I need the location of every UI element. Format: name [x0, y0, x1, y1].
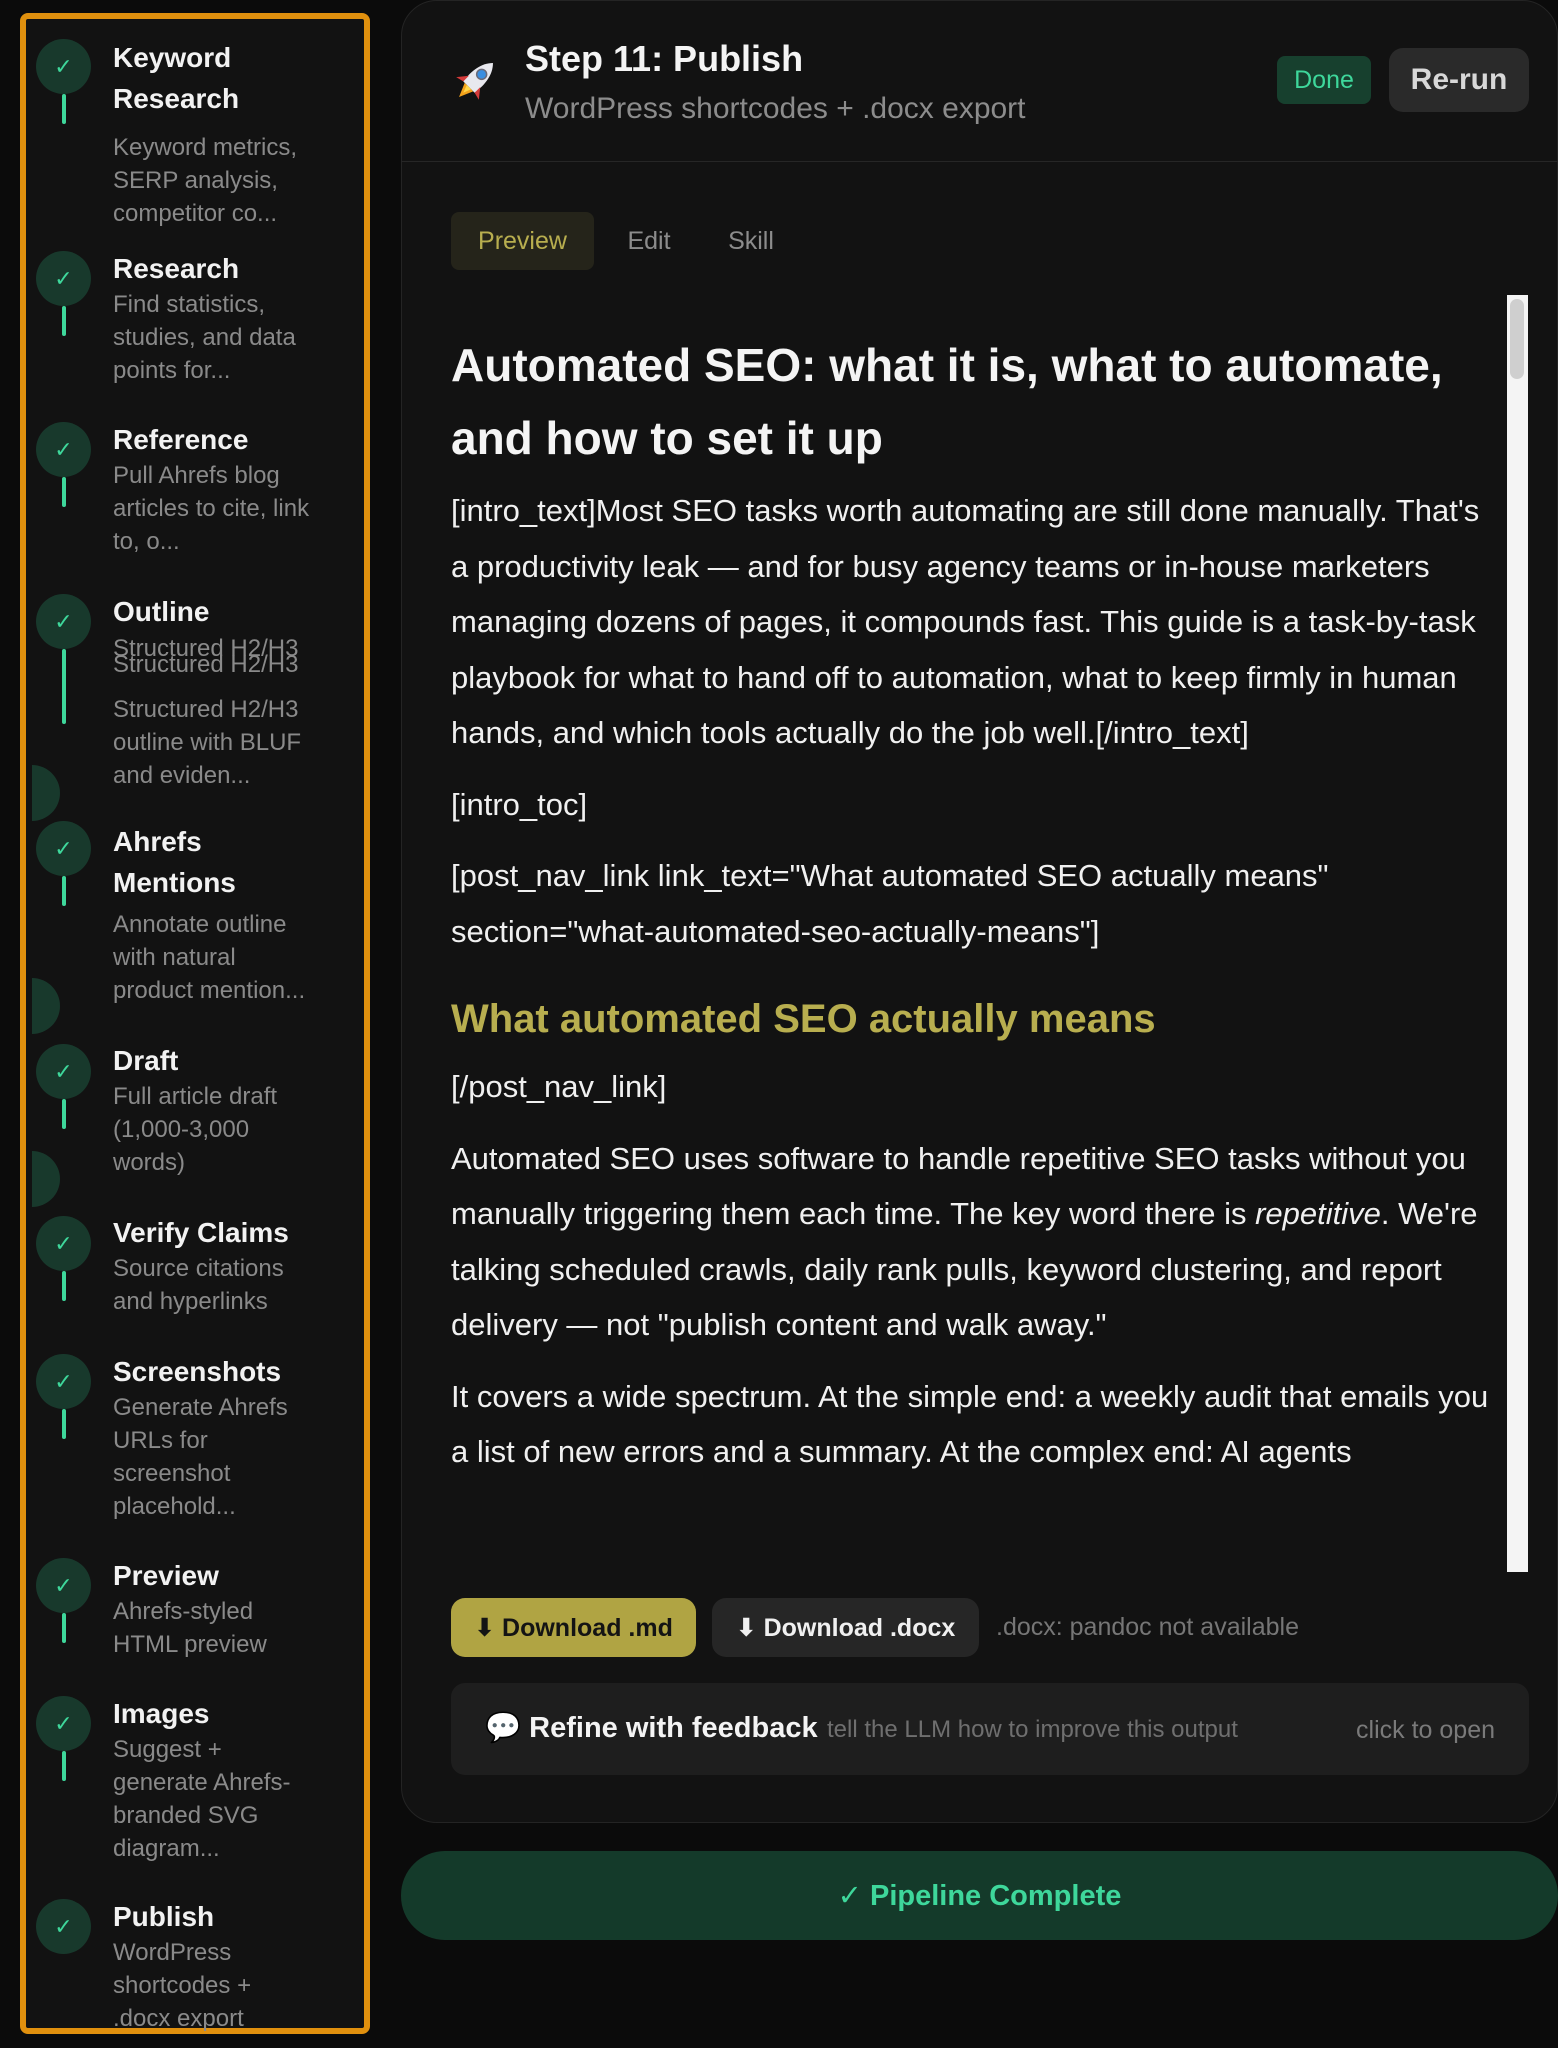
- body-paragraph: It covers a wide spectrum. At the simple…: [451, 1378, 1489, 1470]
- step-description: Structured H2/H3 Structured H2/H3: [113, 635, 299, 678]
- body-paragraph: Automated SEO uses software to handle re…: [451, 1140, 1478, 1343]
- step-description: Generate Ahrefs URLs for screenshot placeho…: [113, 1394, 288, 1520]
- status-badge: Done: [1277, 56, 1371, 104]
- step-research[interactable]: ✓ Research Find statistics, studies, and …: [26, 251, 364, 421]
- scrollbar-thumb[interactable]: [1510, 299, 1524, 379]
- docx-status-note: .docx: pandoc not available: [996, 1613, 1299, 1641]
- step-connector: [62, 306, 66, 336]
- step-description: Full article draft (1,000-3,000 words): [113, 1083, 278, 1176]
- refine-feedback-panel[interactable]: 💬 Refine with feedback tell the LLM how …: [451, 1683, 1529, 1775]
- step-publish[interactable]: ✓ Publish WordPress shortcodes + .docx exp…: [26, 1899, 364, 2039]
- step-subtitle: WordPress shortcodes + .docx export: [525, 92, 1026, 125]
- step-connector: [62, 876, 66, 906]
- check-icon: ✓: [36, 594, 91, 649]
- check-icon: ✓: [36, 1216, 91, 1271]
- check-icon: ✓: [36, 1696, 91, 1751]
- article-preview: Automated SEO: what it is, what to autom…: [451, 295, 1491, 1572]
- step-description: WordPress shortcodes + .docx export: [113, 1939, 252, 2032]
- intro-text: [intro_text]Most SEO tasks worth automat…: [451, 493, 1480, 750]
- step-title: Verify Claims: [113, 1217, 289, 1248]
- step-connector: [62, 649, 66, 724]
- refine-open-link[interactable]: click to open: [1356, 1716, 1495, 1745]
- step-connector: [62, 1271, 66, 1301]
- step-description: Annotate outline with natural product ment…: [113, 911, 306, 1004]
- step-title: Research: [113, 253, 240, 284]
- tab-edit[interactable]: Edit: [616, 212, 682, 270]
- step-screenshots[interactable]: ✓ Screenshots Generate Ahrefs URLs for scr…: [26, 1354, 364, 1554]
- post-nav-link-close: [/post_nav_link]: [451, 1069, 667, 1104]
- step-draft[interactable]: ✓ Draft Full article draft (1,000-3,000 wo…: [26, 1044, 364, 1204]
- step-connector: [62, 1751, 66, 1781]
- step-title: Outline: [113, 596, 210, 627]
- check-icon: ✓: [36, 821, 91, 876]
- check-icon: ✓: [36, 1899, 91, 1954]
- article-title: Automated SEO: what it is, what to autom…: [451, 339, 1443, 464]
- step-title: Publish: [113, 1901, 215, 1932]
- step-outline[interactable]: ✓ Outline Structured H2/H3 Structured H2…: [26, 594, 364, 794]
- check-icon: ✓: [36, 1558, 91, 1613]
- step-connector: [62, 477, 66, 507]
- step-images[interactable]: ✓ Images Suggest + generate Ahrefs-brande…: [26, 1696, 364, 1896]
- tab-skill[interactable]: Skill: [716, 212, 786, 270]
- post-nav-link-shortcode: [post_nav_link link_text="What automated…: [451, 858, 1329, 949]
- refine-hint: tell the LLM how to improve this output: [827, 1716, 1238, 1743]
- step-title: Preview: [113, 1560, 219, 1591]
- step-keyword-research[interactable]: ✓ Keyword Research Keyword metrics, SERP a…: [26, 39, 364, 239]
- step-description: Pull Ahrefs blog articles to cite, link to…: [113, 462, 310, 555]
- step-connector: [62, 94, 66, 124]
- step-description: Suggest + generate Ahrefs-branded SVG diag…: [113, 1736, 291, 1862]
- preview-scrollbar[interactable]: [1507, 295, 1528, 1572]
- step-title: Ahrefs Mentions: [113, 826, 236, 898]
- section-heading: What automated SEO actually means: [451, 997, 1156, 1041]
- step-title-heading: Step 11: Publish: [525, 38, 804, 79]
- rerun-button[interactable]: Re-run: [1389, 48, 1529, 112]
- rocket-icon: [456, 63, 493, 100]
- step-verify-claims[interactable]: ✓ Verify Claims Source citations and hype…: [26, 1216, 364, 1356]
- step-preview[interactable]: ✓ Preview Ahrefs-styled HTML preview: [26, 1558, 364, 1698]
- step-title: Images: [113, 1698, 210, 1729]
- check-icon: ✓: [36, 422, 91, 477]
- step-description: Structured H2/H3 outline with BLUF and evi…: [113, 696, 302, 789]
- pipeline-sidebar: ✓ Keyword Research Keyword metrics, SERP a…: [20, 13, 370, 2034]
- tab-preview[interactable]: Preview: [451, 212, 594, 270]
- pipeline-complete-banner: ✓ Pipeline Complete: [401, 1851, 1558, 1940]
- step-title: Reference: [113, 424, 249, 455]
- download-docx-button[interactable]: ⬇ Download .docx: [712, 1598, 979, 1657]
- step-connector: [62, 1099, 66, 1129]
- step-description: Source citations and hyperlinks: [113, 1255, 284, 1315]
- step-connector: [62, 1613, 66, 1643]
- step-title: Keyword Research: [113, 42, 240, 114]
- check-icon: ✓: [36, 1354, 91, 1409]
- step-description: Keyword metrics, SERP analysis, competitor…: [113, 134, 298, 227]
- step-title: Draft: [113, 1045, 179, 1076]
- check-icon: ✓: [36, 1044, 91, 1099]
- check-icon: ✓: [36, 39, 91, 94]
- intro-toc-shortcode: [intro_toc]: [451, 786, 588, 822]
- step-description: Find statistics, studies, and data points …: [113, 291, 296, 384]
- download-md-button[interactable]: ⬇ Download .md: [451, 1598, 696, 1657]
- step-title: Screenshots: [113, 1356, 282, 1387]
- refine-title: 💬 Refine with feedback: [485, 1712, 818, 1744]
- step-reference[interactable]: ✓ Reference Pull Ahrefs blog articles to …: [26, 422, 364, 592]
- step-ahrefs-mentions[interactable]: ✓ Ahrefs Mentions Annotate outline with na…: [26, 821, 364, 1011]
- header-divider: [401, 161, 1558, 162]
- step-connector: [62, 1409, 66, 1439]
- step-description: Ahrefs-styled HTML preview: [113, 1598, 267, 1658]
- check-icon: ✓: [36, 251, 91, 306]
